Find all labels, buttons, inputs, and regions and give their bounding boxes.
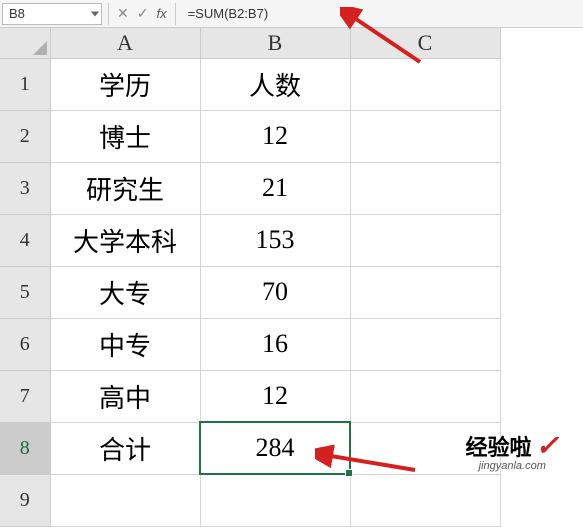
row-header-1[interactable]: 1: [0, 58, 50, 110]
row-header-4[interactable]: 4: [0, 214, 50, 266]
row-header-5[interactable]: 5: [0, 266, 50, 318]
row-header-3[interactable]: 3: [0, 162, 50, 214]
cell-B9[interactable]: [200, 474, 350, 526]
cell-C9[interactable]: [350, 474, 500, 526]
cell-B6[interactable]: 16: [200, 318, 350, 370]
cell-C5[interactable]: [350, 266, 500, 318]
formula-buttons: ✕ ✓ fx: [108, 3, 176, 25]
cell-C7[interactable]: [350, 370, 500, 422]
name-box[interactable]: B8: [2, 3, 102, 25]
cell-A3[interactable]: 研究生: [50, 162, 200, 214]
formula-bar: B8 ✕ ✓ fx: [0, 0, 583, 28]
chevron-down-icon[interactable]: [91, 11, 99, 16]
cell-A6[interactable]: 中专: [50, 318, 200, 370]
column-header-B[interactable]: B: [200, 28, 350, 58]
row-header-9[interactable]: 9: [0, 474, 50, 526]
annotation-arrow-formula: [340, 7, 430, 67]
cell-C4[interactable]: [350, 214, 500, 266]
cell-B2[interactable]: 12: [200, 110, 350, 162]
cell-B7[interactable]: 12: [200, 370, 350, 422]
annotation-arrow-result: [315, 440, 425, 480]
cell-A8[interactable]: 合计: [50, 422, 200, 474]
cell-A2[interactable]: 博士: [50, 110, 200, 162]
cell-A4[interactable]: 大学本科: [50, 214, 200, 266]
enter-icon[interactable]: ✓: [137, 5, 149, 22]
cell-A7[interactable]: 高中: [50, 370, 200, 422]
row-header-7[interactable]: 7: [0, 370, 50, 422]
cell-A9[interactable]: [50, 474, 200, 526]
row-header-6[interactable]: 6: [0, 318, 50, 370]
cell-C6[interactable]: [350, 318, 500, 370]
spreadsheet-grid: A B C 1 学历 人数 2 博士 12 3 研究生 21 4 大学本科 15…: [0, 28, 583, 527]
name-box-value: B8: [9, 6, 25, 21]
cell-A5[interactable]: 大专: [50, 266, 200, 318]
fx-icon[interactable]: fx: [156, 6, 166, 21]
cell-A1[interactable]: 学历: [50, 58, 200, 110]
cell-B4[interactable]: 153: [200, 214, 350, 266]
row-header-8[interactable]: 8: [0, 422, 50, 474]
cell-B3[interactable]: 21: [200, 162, 350, 214]
select-all-corner[interactable]: [0, 28, 50, 58]
column-header-A[interactable]: A: [50, 28, 200, 58]
cell-C2[interactable]: [350, 110, 500, 162]
cell-B1[interactable]: 人数: [200, 58, 350, 110]
row-header-2[interactable]: 2: [0, 110, 50, 162]
cell-C3[interactable]: [350, 162, 500, 214]
cell-B5[interactable]: 70: [200, 266, 350, 318]
cancel-icon[interactable]: ✕: [117, 5, 129, 22]
